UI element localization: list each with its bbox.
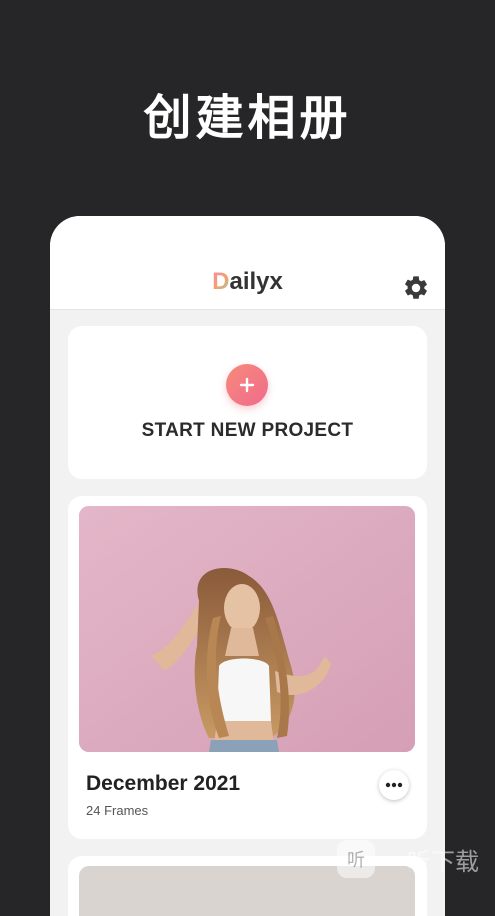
cover-image — [79, 506, 415, 752]
album-frame-count: 24 Frames — [86, 803, 149, 818]
app-header: Dailyx — [50, 216, 445, 310]
watermark-text: 一听下载 — [383, 847, 479, 876]
more-horizontal-icon — [385, 782, 403, 788]
phone-frame: Dailyx START NEW PROJECT December 2021 2… — [50, 216, 445, 916]
album-cover-photo[interactable] — [79, 506, 415, 752]
album-more-button[interactable] — [379, 770, 409, 800]
promo-title: 创建相册 — [143, 90, 352, 146]
start-new-project-card[interactable]: START NEW PROJECT — [68, 326, 427, 479]
site-watermark: 听 一听下载 — [337, 840, 479, 878]
watermark-logo: 听 — [337, 840, 375, 878]
logo-letter-d: D — [212, 268, 230, 295]
gear-icon — [405, 276, 427, 299]
add-project-button[interactable] — [226, 364, 268, 406]
app-logo: Dailyx — [50, 268, 445, 296]
plus-icon — [239, 377, 255, 393]
logo-text: ailyx — [229, 268, 283, 295]
album-title: December 2021 — [86, 772, 241, 795]
start-new-project-label: START NEW PROJECT — [141, 420, 354, 441]
settings-button[interactable] — [400, 272, 432, 304]
album-card[interactable]: December 2021 24 Frames — [68, 496, 427, 839]
